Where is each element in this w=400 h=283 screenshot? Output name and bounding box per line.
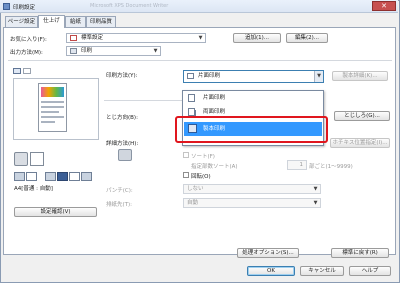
rotate-checkbox[interactable]	[183, 172, 189, 178]
blurred-window-title: Microsoft XPS Document Writer	[90, 3, 169, 9]
chevron-down-icon: ▼	[198, 35, 203, 41]
staple-position-button[interactable]: ホチキス位置指定(I)...	[330, 138, 390, 148]
output-tray-value: 自動	[187, 200, 199, 206]
edit-favorite-button[interactable]: 編集(2)...	[286, 33, 328, 43]
rotate-label: 回転(O)	[191, 174, 211, 180]
add-favorite-button[interactable]: 追加(1)...	[233, 33, 281, 43]
output-label: 出力方法(M):	[10, 50, 43, 56]
restore-defaults-button[interactable]: 標準に戻す(R)	[331, 248, 389, 258]
dropdown-item-label: 両面印刷	[203, 109, 226, 115]
output-tray-label: 排紙先(T):	[106, 202, 133, 208]
layout-icon	[45, 172, 56, 181]
chevron-down-icon: ▼	[153, 48, 158, 54]
page-preview-line	[41, 111, 59, 113]
confirm-settings-button[interactable]: 設定確認(V)	[14, 207, 97, 217]
single-sided-icon	[187, 73, 194, 79]
tab-paper-source[interactable]: 給紙	[65, 16, 86, 27]
favorites-value: 標準設定	[81, 35, 104, 41]
paper-info: A4[普通 : 自動]	[14, 186, 53, 192]
divider	[8, 60, 392, 61]
booklet-details-button[interactable]: 製本詳細(K)...	[332, 71, 388, 81]
print-method-label: 印刷方法(Y):	[106, 73, 138, 79]
tab-page-setup[interactable]: ページ設定	[5, 16, 38, 27]
detail-method-label: 詳細方法(H):	[106, 141, 139, 147]
double-sided-icon	[188, 108, 195, 116]
layout-icon	[14, 172, 25, 181]
binding-direction-label: とじ方向(B):	[106, 115, 138, 121]
printer-body-icon	[14, 152, 28, 166]
page-preview-line	[41, 101, 64, 103]
ok-button[interactable]: OK	[247, 266, 295, 276]
copies-spinner[interactable]: 1	[287, 160, 307, 170]
layout-icon	[81, 172, 92, 181]
dropdown-item-single-sided[interactable]: 片面印刷	[184, 92, 322, 104]
close-icon[interactable]: ✕	[372, 1, 396, 11]
layout-icon	[69, 172, 80, 181]
favorites-label: お気に入り(F):	[10, 37, 47, 43]
cancel-button[interactable]: キャンセル	[300, 266, 344, 276]
page-preview-image	[41, 87, 64, 97]
paper-stack-icon	[30, 152, 44, 166]
copies-sort-label: 指定部数ソート(A)	[191, 164, 238, 170]
punch-select[interactable]: しない ▼	[183, 184, 321, 194]
dropdown-item-label: 片面印刷	[203, 95, 226, 101]
printer-icon	[70, 48, 77, 54]
layout-icon	[57, 172, 68, 181]
sort-label: ソート(F)	[191, 154, 215, 160]
output-value: 印刷	[81, 48, 93, 54]
printer-output-icon	[118, 149, 132, 161]
favorites-select[interactable]: 標準設定 ▼	[66, 33, 206, 43]
print-method-value: 片面印刷	[198, 73, 221, 79]
layout-icon	[26, 172, 37, 181]
chevron-down-icon: ▼	[314, 71, 323, 82]
copies-range: 部ごと(1〜9999)	[309, 164, 353, 170]
punch-value: しない	[187, 186, 204, 192]
output-tray-select[interactable]: 自動 ▼	[183, 198, 321, 208]
selection-highlight-frame	[175, 116, 328, 143]
favorites-icon	[70, 35, 77, 41]
single-sided-icon	[188, 94, 195, 102]
page-preview-line	[41, 121, 55, 123]
printer-settings-icon[interactable]	[23, 68, 31, 74]
tab-finishing[interactable]: 仕上げ	[38, 15, 65, 28]
processing-options-button[interactable]: 処理オプション(S)...	[237, 248, 299, 258]
divider	[104, 100, 182, 101]
page-preview-line	[41, 106, 64, 108]
chevron-down-icon: ▼	[313, 186, 318, 192]
output-select[interactable]: 印刷 ▼	[66, 46, 161, 56]
printer-icon	[3, 3, 10, 10]
print-method-select[interactable]: 片面印刷 ▼	[183, 70, 324, 83]
chevron-down-icon: ▼	[313, 200, 318, 206]
gutter-button[interactable]: とじしろ(G)...	[334, 111, 390, 121]
tab-print-quality[interactable]: 印刷品質	[86, 16, 116, 27]
punch-label: パンチ(C):	[106, 188, 133, 194]
help-button[interactable]: ヘルプ	[349, 266, 391, 276]
title-bar	[0, 0, 398, 13]
page-preview-line	[41, 116, 64, 118]
sort-checkbox[interactable]	[183, 152, 189, 158]
preview-icon[interactable]	[13, 68, 21, 74]
window-title: 印刷設定	[13, 5, 36, 11]
